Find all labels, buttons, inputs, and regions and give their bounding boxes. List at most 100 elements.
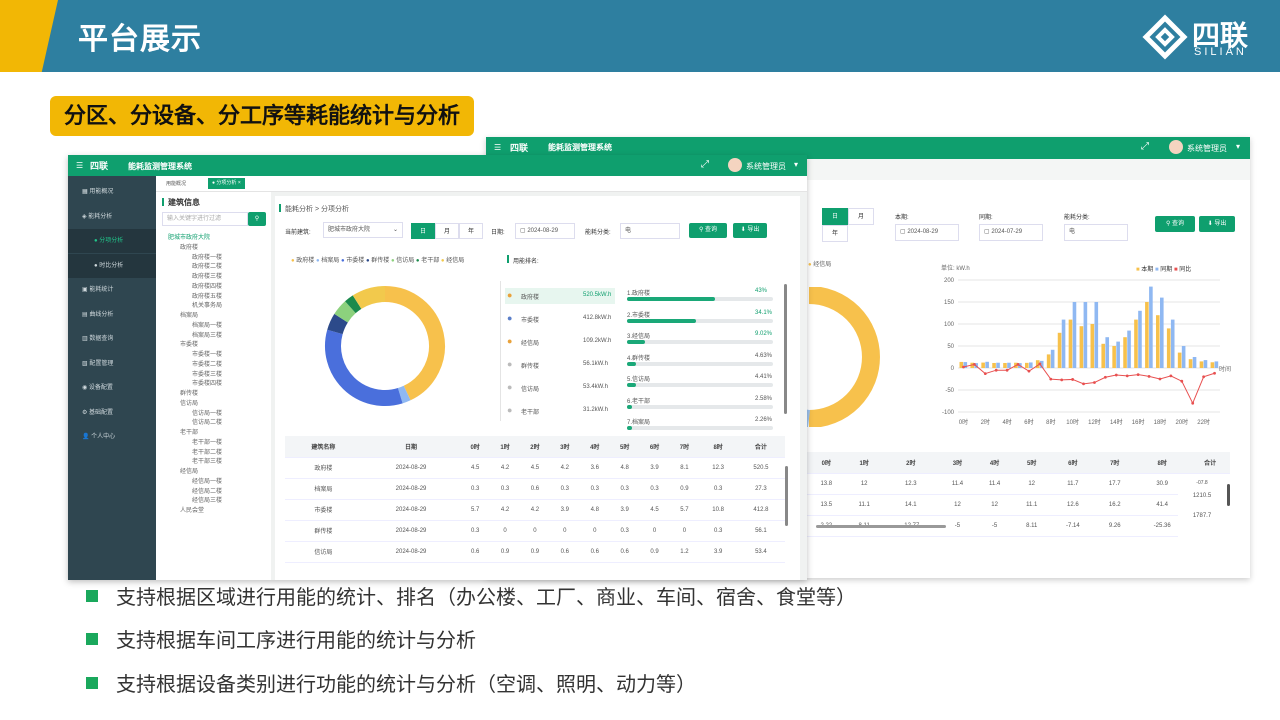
sidebar-item-10[interactable]: 👤 个人中心 [68,425,156,449]
bar-this [1123,337,1127,368]
bar-this [1199,361,1204,368]
export-button[interactable]: ⬇ 导出 [1199,216,1235,232]
chart-unit: 单位: kW.h [941,266,970,272]
data-table: 建筑名称 日期 0时 1时 2时 3时 4时 5时 6时 7时 8时 合计 政府楼 2024-08-29 4… [285,436,785,563]
tree-node[interactable]: 经信局二楼 [192,486,222,495]
this-date-input[interactable]: ▢ 2024-08-29 [895,224,959,241]
tree-search-button[interactable]: ⚲ [248,212,266,226]
building-select[interactable]: 肥城市政府大院 ⌄ [323,222,403,238]
table-h-scrollbar[interactable] [816,525,946,528]
caret-icon[interactable]: ▾ [794,160,798,169]
bar-prev [1160,297,1164,368]
tree-node[interactable]: 机关事务局 [192,300,222,309]
tree-node[interactable]: 信访局一楼 [192,408,222,417]
fullscreen-icon[interactable]: ⤢ [1141,141,1149,152]
user-name[interactable]: 系统管理员 [1187,143,1227,154]
breadcrumb: 能耗分析 > 分项分析 [285,206,349,213]
sidebar-item-2[interactable]: ● 分项分析 [68,229,156,253]
table-cell: 11.7 [1050,473,1096,495]
table-row: 群传楼 2024-08-29 0.3 0 0 0 0 0.3 0 0 0.3 56.1 [285,520,785,542]
sidebar-item-6[interactable]: ▥ 数据查询 [68,327,156,351]
tree-node[interactable]: 老干部 [180,427,198,436]
tree-node[interactable]: 市委楼一楼 [192,349,222,358]
sidebar-item-3[interactable]: ● 时比分析 [68,253,156,278]
legend-item: ● 信访局 [390,258,415,264]
sidebar-item-5[interactable]: ▤ 曲线分析 [68,303,156,327]
table-cell: 53.4 [736,541,785,563]
tree-node[interactable]: 市委楼二楼 [192,359,222,368]
yoy-point [1125,374,1129,378]
type-select[interactable]: 电 [620,223,680,239]
type-select[interactable]: 电 [1064,224,1128,241]
period-year[interactable]: 年 [459,223,483,239]
sidebar-item-9[interactable]: ⚙ 基础配置 [68,401,156,425]
fullscreen-icon[interactable]: ⤢ [701,159,709,170]
pct-label: 6.老干部 [627,398,651,405]
tree-node[interactable]: 老干部二楼 [192,447,222,456]
menu-icon[interactable]: ☰ [494,143,501,152]
tree-node[interactable]: 政府楼 [180,242,198,251]
tree-node[interactable]: 信访局二楼 [192,417,222,426]
tree-node[interactable]: 老干部一楼 [192,437,222,446]
menu-icon[interactable]: ☰ [76,161,83,170]
tab-item-analysis[interactable]: ● 分项分析 × [208,178,245,189]
tree-node[interactable]: 经信局三楼 [192,495,222,504]
query-button[interactable]: ⚲ 查询 [689,223,727,238]
tree-node[interactable]: 群传楼 [180,388,198,397]
table-row: 13.8 12 12.3 11.4 11.4 12 11.7 17.7 30.9 [807,473,1230,495]
tree-node[interactable]: 政府楼三楼 [192,271,222,280]
period-month[interactable]: 月 [848,208,874,225]
avatar[interactable] [1169,140,1183,154]
tree-node[interactable]: 政府楼一楼 [192,252,222,261]
tree-node[interactable]: 档案局 [180,310,198,319]
bullet-3: 支持根据设备类别进行功能的统计与分析（空调、照明、动力等） [86,668,696,697]
caret-icon[interactable]: ▾ [1236,142,1240,151]
tree-node[interactable]: 经信局 [180,466,198,475]
tree-node[interactable]: 政府楼二楼 [192,261,222,270]
column-header: 8时 [1134,452,1191,474]
tree-node[interactable]: 经信局一楼 [192,476,222,485]
period-year[interactable]: 年 [822,225,848,242]
tree-node[interactable]: 信访局 [180,398,198,407]
sidebar-item-0[interactable]: ▦ 用能概况 [68,180,156,204]
tree-node-label: 肥城市政府大院 [168,235,211,241]
tree-node[interactable]: 政府楼四楼 [192,281,222,290]
sidebar-item-1[interactable]: ◈ 能耗分析 [68,205,156,229]
table-cell: 12.3 [699,457,737,479]
export-button[interactable]: ⬇ 导出 [733,223,767,238]
sidebar-item-4[interactable]: ▣ 能耗统计 [68,278,156,302]
tree-search-input[interactable]: 输入关键字进行过滤 [162,212,248,226]
tab-overview[interactable]: 用能概况 [166,180,186,187]
tree-node[interactable]: 肥城市政府大院 [168,232,210,241]
tree-node-label: 市委楼四楼 [192,381,223,388]
tree-node[interactable]: 市委楼 [180,339,198,348]
ranking-scrollbar[interactable] [784,284,787,414]
tree-node[interactable]: 人民会堂 [180,505,204,514]
tree-node[interactable]: 档案局三楼 [192,330,222,339]
user-name[interactable]: 系统管理员 [746,161,786,172]
tree-node[interactable]: 市委楼三楼 [192,369,222,378]
tree-node-label: 市委楼二楼 [192,361,223,368]
period-day[interactable]: 日 [822,208,848,225]
period-day[interactable]: 日 [411,223,435,239]
tree-node[interactable]: 政府楼五楼 [192,291,222,300]
total-prev: 1787.7 [1192,513,1212,519]
date-input[interactable]: ▢ 2024-08-29 [515,223,575,239]
table-scrollbar[interactable] [785,466,788,526]
tree-node[interactable]: 市委楼四楼 [192,378,222,387]
query-button[interactable]: ⚲ 查询 [1155,216,1195,232]
table-cell: 13.8 [807,473,846,495]
period-month[interactable]: 月 [435,223,459,239]
prev-date-input[interactable]: ▢ 2024-07-29 [979,224,1043,241]
avatar[interactable] [728,158,742,172]
sidebar-item-7[interactable]: ▧ 配置管理 [68,352,156,376]
menu-item-icon: ⚙ [82,409,90,416]
sidebar-item-8[interactable]: ◉ 设备配置 [68,376,156,400]
tree-node[interactable]: 档案局一楼 [192,320,222,329]
ranking-value: 56.1kW.h [583,361,609,367]
column-header: 1时 [490,436,520,458]
table-cell: 0.6 [609,541,640,563]
tree-node[interactable]: 老干部三楼 [192,456,222,465]
x-tick-label: 2时 [981,418,990,426]
table-scrollbar[interactable] [1227,484,1230,506]
